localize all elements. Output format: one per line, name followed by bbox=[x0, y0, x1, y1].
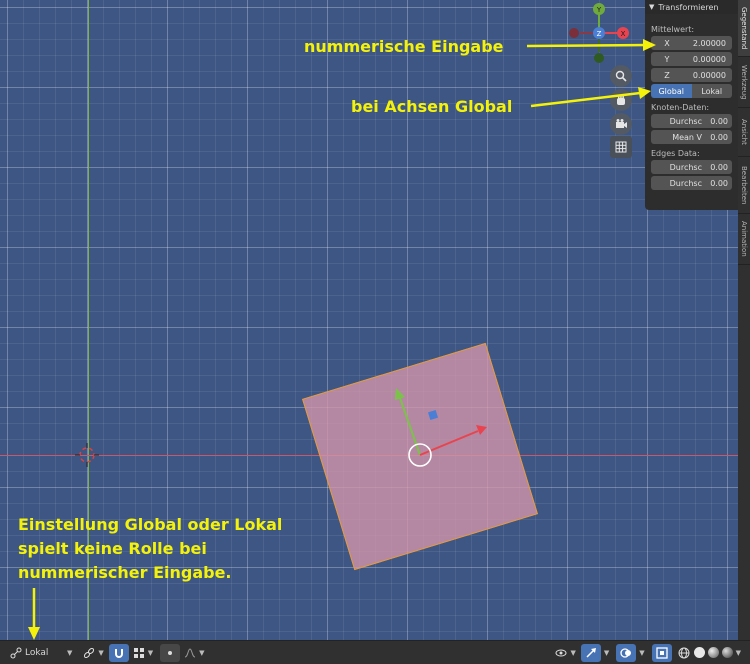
chevron-down-icon: ▼ bbox=[147, 648, 154, 657]
wireframe-shading-icon[interactable] bbox=[677, 646, 691, 660]
tab-item[interactable]: Gegenstand bbox=[738, 0, 750, 57]
visibility-icon bbox=[554, 646, 568, 660]
tab-edit[interactable]: Bearbeiten bbox=[738, 157, 750, 214]
sidebar-tabs: Gegenstand Werkzeug Ansicht Bearbeiten A… bbox=[738, 0, 750, 640]
chevron-down-icon[interactable]: ▼ bbox=[736, 649, 741, 657]
chevron-down-icon: ▼ bbox=[639, 648, 645, 657]
pivot-icon bbox=[9, 646, 23, 660]
xray-icon bbox=[655, 646, 669, 660]
visibility-dropdown[interactable]: ▼ bbox=[551, 644, 578, 662]
snap-toggle[interactable] bbox=[108, 643, 129, 662]
chevron-down-icon: ▼ bbox=[98, 648, 104, 657]
tab-animation[interactable]: Animation bbox=[738, 214, 750, 265]
overlay-icon bbox=[619, 646, 633, 660]
snap-target-dropdown[interactable]: ▼ bbox=[129, 644, 156, 662]
overlay-dropdown[interactable]: ▼ bbox=[636, 644, 647, 662]
proportional-icon bbox=[163, 646, 177, 660]
rendered-shading-icon[interactable] bbox=[721, 647, 733, 658]
falloff-icon bbox=[183, 646, 197, 660]
link-dropdown[interactable]: ▼ bbox=[79, 644, 106, 662]
chevron-down-icon: ▼ bbox=[199, 648, 205, 657]
gizmo-toggle[interactable] bbox=[580, 643, 601, 662]
transform-orientation-dropdown[interactable]: Lokal ▼ bbox=[6, 644, 75, 662]
proportional-edit-toggle[interactable] bbox=[160, 643, 181, 662]
gizmo-icon bbox=[584, 646, 598, 660]
tab-tool[interactable]: Werkzeug bbox=[738, 57, 750, 108]
solid-shading-icon[interactable] bbox=[693, 647, 705, 658]
xray-toggle[interactable] bbox=[651, 643, 672, 662]
material-shading-icon[interactable] bbox=[707, 647, 719, 658]
falloff-dropdown[interactable]: ▼ bbox=[180, 644, 207, 662]
3d-viewport[interactable]: Y X Z ▼ Transformieren Mittelwert: X 2.0… bbox=[0, 0, 750, 640]
tab-view[interactable]: Ansicht bbox=[738, 108, 750, 157]
chevron-down-icon: ▼ bbox=[570, 648, 576, 657]
viewport-header: Lokal ▼ ▼ ▼ ▼ ▼ ▼ ▼ ▼ bbox=[0, 640, 750, 664]
shading-modes: ▼ bbox=[674, 644, 744, 662]
orientation-label: Lokal bbox=[25, 647, 49, 658]
snap-target-icon bbox=[132, 646, 146, 660]
annotation-arrows bbox=[28, 39, 656, 640]
chevron-down-icon: ▼ bbox=[67, 648, 73, 657]
overlay-toggle[interactable] bbox=[616, 643, 637, 662]
gizmo-dropdown[interactable]: ▼ bbox=[601, 644, 612, 662]
link-icon bbox=[82, 646, 96, 660]
chevron-down-icon: ▼ bbox=[603, 648, 610, 657]
snap-icon bbox=[112, 646, 126, 660]
